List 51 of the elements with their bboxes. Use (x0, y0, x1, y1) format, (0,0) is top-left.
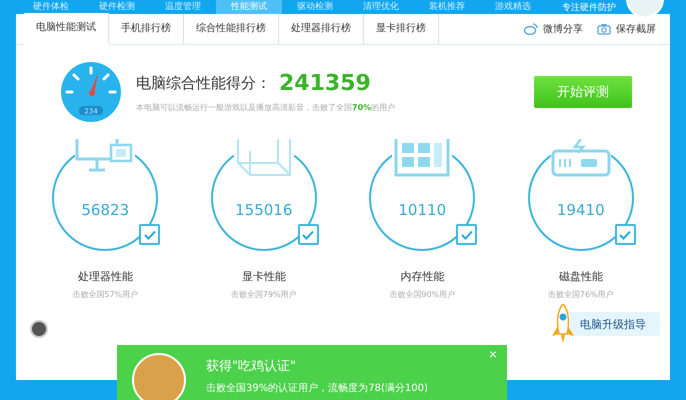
game-badge-placeholder (132, 353, 186, 400)
score-value: 241359 (279, 71, 371, 96)
camera-icon (597, 23, 611, 35)
close-button[interactable]: × (478, 345, 507, 363)
sub-tab[interactable]: 综合性能排行榜 (184, 14, 279, 44)
nav-tab[interactable]: 性能测试 (216, 0, 282, 14)
nav-tab[interactable]: 清理优化 (348, 0, 414, 14)
nav-tab[interactable]: 装机推荐 (414, 0, 480, 14)
check-icon (460, 230, 473, 240)
memory-module-icon (392, 139, 452, 179)
weibo-icon (524, 23, 538, 35)
card-title: 磁盘性能 (558, 269, 603, 284)
score-description: 本电脑可以流畅运行一般游戏以及播放高清影音，击败了全国70%的用户 (136, 102, 396, 113)
sub-tab[interactable]: 电脑性能测试 (24, 13, 109, 45)
checkbox[interactable] (139, 224, 160, 245)
screenshot-link[interactable]: 保存截屏 (597, 22, 656, 36)
slogan-text: 专注硬件防护 (562, 2, 616, 14)
nav-tab[interactable]: 硬件体检 (18, 0, 84, 14)
disk-drive-icon (550, 139, 611, 179)
card-note: 击败全国90%用户 (389, 289, 456, 300)
score-number: 56823 (81, 201, 130, 219)
popup-text: 击败全国39%的认证用户，流畅度为78(满分100) (206, 382, 429, 395)
sub-tab[interactable]: 显卡排行榜 (364, 14, 439, 44)
checkbox[interactable] (456, 224, 478, 245)
check-icon (144, 230, 156, 240)
sub-tab[interactable]: 处理器排行榜 (279, 14, 364, 44)
check-icon (619, 230, 632, 240)
popup-title: 获得"吃鸡认证" (206, 358, 297, 375)
checkbox[interactable] (614, 224, 636, 245)
score-number: 10110 (398, 201, 446, 219)
nav-tab[interactable]: 驱动检测 (282, 0, 348, 14)
card-title: 显卡性能 (242, 269, 286, 284)
score-number: 155016 (235, 201, 292, 219)
upgrade-guide-link[interactable]: 电脑升级指导 (570, 312, 660, 336)
card-note: 击败全国57%用户 (72, 289, 138, 300)
start-test-button[interactable]: 开始评测 (534, 76, 632, 108)
rocket-icon (552, 304, 574, 344)
card-note: 击败全国79%用户 (230, 289, 297, 300)
card-note: 击败全国76%用户 (548, 289, 614, 300)
check-icon (302, 230, 314, 240)
nav-tab[interactable]: 硬件检测 (84, 0, 150, 14)
share-link[interactable]: 微博分享 (524, 22, 583, 36)
card-title: 处理器性能 (78, 269, 133, 284)
nav-tab[interactable]: 温度管理 (150, 0, 216, 14)
gauge-needle (89, 73, 98, 96)
card-title: 内存性能 (400, 269, 444, 284)
score-label: 电脑综合性能得分： (136, 74, 271, 93)
checkbox[interactable] (298, 224, 319, 245)
score-number: 19410 (556, 201, 605, 219)
sub-tab[interactable]: 手机排行榜 (109, 14, 184, 44)
nav-tab[interactable]: 游戏精选 (480, 0, 546, 14)
